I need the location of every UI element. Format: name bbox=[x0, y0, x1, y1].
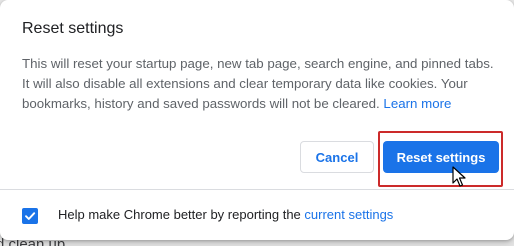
screen: d clean up Reset settings This will rese… bbox=[0, 0, 514, 246]
dialog-description: This will reset your startup page, new t… bbox=[22, 54, 496, 114]
mouse-pointer-icon bbox=[452, 166, 466, 187]
report-text: Help make Chrome better by reporting the bbox=[58, 207, 301, 222]
dialog-footer-divider bbox=[0, 189, 514, 190]
cancel-button[interactable]: Cancel bbox=[300, 141, 374, 173]
reset-settings-dialog: Reset settings This will reset your star… bbox=[0, 0, 514, 240]
checkmark-icon bbox=[25, 212, 36, 220]
report-settings-checkbox[interactable] bbox=[22, 208, 38, 224]
report-settings-label: Help make Chrome better by reporting the… bbox=[58, 207, 393, 222]
dialog-title: Reset settings bbox=[22, 20, 124, 37]
learn-more-link[interactable]: Learn more bbox=[383, 96, 451, 111]
current-settings-link[interactable]: current settings bbox=[304, 207, 393, 222]
reset-settings-button[interactable]: Reset settings bbox=[383, 141, 499, 173]
